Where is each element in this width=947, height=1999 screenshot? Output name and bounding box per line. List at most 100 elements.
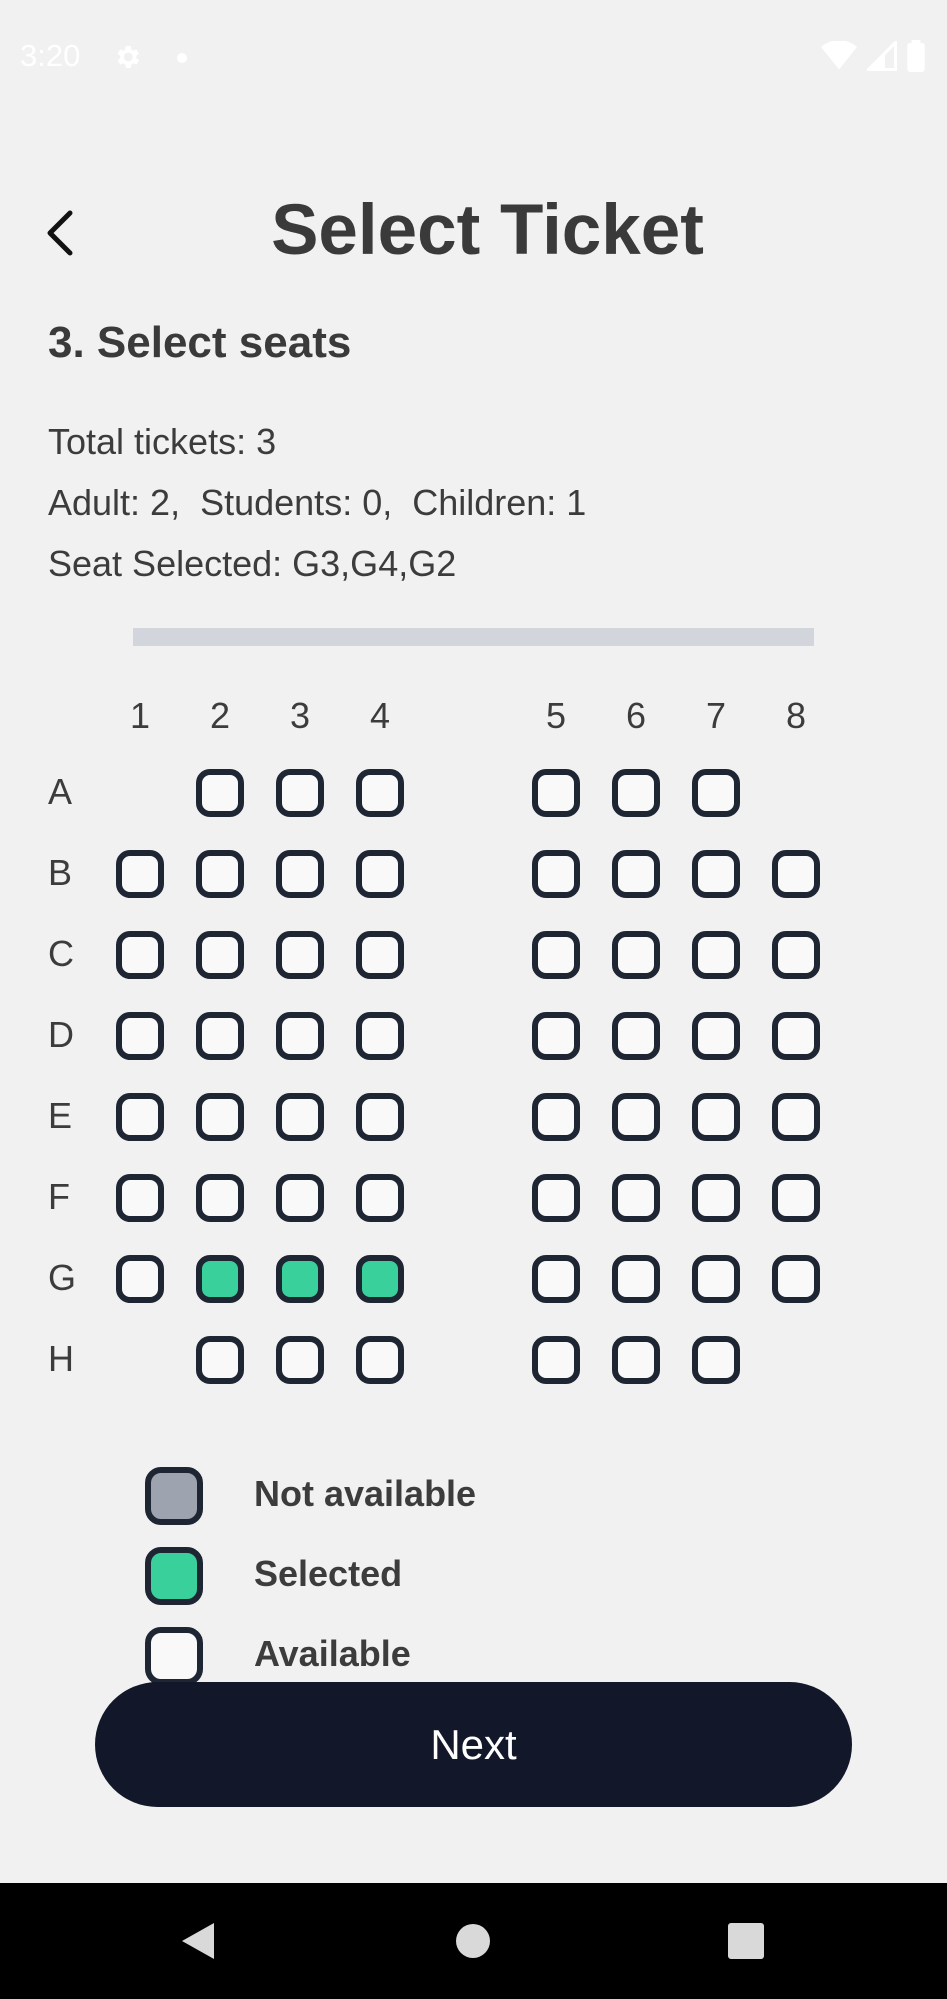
row-label-b: B xyxy=(48,852,73,893)
seat-d4[interactable] xyxy=(356,1012,404,1060)
status-icons xyxy=(821,40,925,72)
seat-e5[interactable] xyxy=(532,1093,580,1141)
seat-a6[interactable] xyxy=(612,769,660,817)
status-time: 3:20 xyxy=(20,38,81,73)
seat-g3[interactable] xyxy=(276,1255,324,1303)
status-bar: 3:20 xyxy=(0,0,947,118)
seat-b3[interactable] xyxy=(276,850,324,898)
next-button[interactable]: Next xyxy=(95,1682,852,1807)
row-label-d: D xyxy=(48,1014,74,1055)
seat-f7[interactable] xyxy=(692,1174,740,1222)
seat-d1[interactable] xyxy=(116,1012,164,1060)
gear-icon xyxy=(117,46,140,68)
seat-e6[interactable] xyxy=(612,1093,660,1141)
seat-f1[interactable] xyxy=(116,1174,164,1222)
seat-f2[interactable] xyxy=(196,1174,244,1222)
row-label-f: F xyxy=(48,1176,70,1217)
seat-h4[interactable] xyxy=(356,1336,404,1384)
seat-c8[interactable] xyxy=(772,931,820,979)
nav-back-button[interactable] xyxy=(138,1883,258,1999)
seat-a4[interactable] xyxy=(356,769,404,817)
seat-c1[interactable] xyxy=(116,931,164,979)
battery-icon xyxy=(907,40,925,72)
circle-home-icon xyxy=(456,1924,490,1958)
seat-c6[interactable] xyxy=(612,931,660,979)
seat-g1[interactable] xyxy=(116,1255,164,1303)
seat-d7[interactable] xyxy=(692,1012,740,1060)
seat-e1[interactable] xyxy=(116,1093,164,1141)
seat-e4[interactable] xyxy=(356,1093,404,1141)
legend-available-swatch xyxy=(145,1627,203,1685)
seat-e7[interactable] xyxy=(692,1093,740,1141)
row-label-c: C xyxy=(48,933,74,974)
seat-g8[interactable] xyxy=(772,1255,820,1303)
seat-b5[interactable] xyxy=(532,850,580,898)
seat-a2[interactable] xyxy=(196,769,244,817)
seat-d8[interactable] xyxy=(772,1012,820,1060)
legend-not-available-swatch xyxy=(145,1467,203,1525)
seat-c5[interactable] xyxy=(532,931,580,979)
seat-d3[interactable] xyxy=(276,1012,324,1060)
seat-g2[interactable] xyxy=(196,1255,244,1303)
seat-d5[interactable] xyxy=(532,1012,580,1060)
seat-a7[interactable] xyxy=(692,769,740,817)
seat-b1[interactable] xyxy=(116,850,164,898)
row-label-e: E xyxy=(48,1095,73,1136)
seat-f4[interactable] xyxy=(356,1174,404,1222)
seat-g7[interactable] xyxy=(692,1255,740,1303)
column-label-7: 7 xyxy=(705,695,727,736)
seat-e3[interactable] xyxy=(276,1093,324,1141)
seat-c7[interactable] xyxy=(692,931,740,979)
column-label-8: 8 xyxy=(785,695,807,736)
seat-a5[interactable] xyxy=(532,769,580,817)
column-label-4: 4 xyxy=(369,695,391,736)
ticket-breakdown-text: Adult: 2, Students: 0, Children: 1 xyxy=(48,482,587,523)
seat-b7[interactable] xyxy=(692,850,740,898)
seat-c2[interactable] xyxy=(196,931,244,979)
notification-dot xyxy=(177,53,187,63)
seat-e2[interactable] xyxy=(196,1093,244,1141)
page-title: Select Ticket xyxy=(271,191,704,270)
seat-f5[interactable] xyxy=(532,1174,580,1222)
nav-home-button[interactable] xyxy=(413,1883,533,1999)
seat-b4[interactable] xyxy=(356,850,404,898)
seat-f8[interactable] xyxy=(772,1174,820,1222)
legend-not-available-label: Not available xyxy=(254,1473,477,1514)
seat-h3[interactable] xyxy=(276,1336,324,1384)
seat-h2[interactable] xyxy=(196,1336,244,1384)
section-title: 3. Select seats xyxy=(48,318,352,367)
square-recents-icon xyxy=(728,1923,764,1959)
row-label-g: G xyxy=(48,1257,77,1298)
legend-selected-label: Selected xyxy=(254,1553,403,1594)
seat-f3[interactable] xyxy=(276,1174,324,1222)
seat-a3[interactable] xyxy=(276,769,324,817)
seat-b8[interactable] xyxy=(772,850,820,898)
column-label-1: 1 xyxy=(129,695,151,736)
wifi-icon xyxy=(821,41,857,70)
system-nav-bar xyxy=(0,1883,947,1999)
seat-f6[interactable] xyxy=(612,1174,660,1222)
seat-b2[interactable] xyxy=(196,850,244,898)
column-label-3: 3 xyxy=(289,695,311,736)
signal-icon xyxy=(867,41,897,71)
seat-d2[interactable] xyxy=(196,1012,244,1060)
seat-e8[interactable] xyxy=(772,1093,820,1141)
seats-selected-text: Seat Selected: G3,G4,G2 xyxy=(48,543,457,584)
seat-h6[interactable] xyxy=(612,1336,660,1384)
seat-g5[interactable] xyxy=(532,1255,580,1303)
row-label-h: H xyxy=(48,1338,74,1379)
seat-c4[interactable] xyxy=(356,931,404,979)
seat-g6[interactable] xyxy=(612,1255,660,1303)
seat-g4[interactable] xyxy=(356,1255,404,1303)
column-label-5: 5 xyxy=(545,695,567,736)
column-label-6: 6 xyxy=(625,695,647,736)
seat-b6[interactable] xyxy=(612,850,660,898)
total-tickets-text: Total tickets: 3 xyxy=(48,421,277,462)
nav-recents-button[interactable] xyxy=(686,1883,806,1999)
screen-indicator xyxy=(133,628,814,646)
seat-d6[interactable] xyxy=(612,1012,660,1060)
seat-h7[interactable] xyxy=(692,1336,740,1384)
seat-c3[interactable] xyxy=(276,931,324,979)
legend-available-label: Available xyxy=(254,1633,411,1674)
seat-h5[interactable] xyxy=(532,1336,580,1384)
